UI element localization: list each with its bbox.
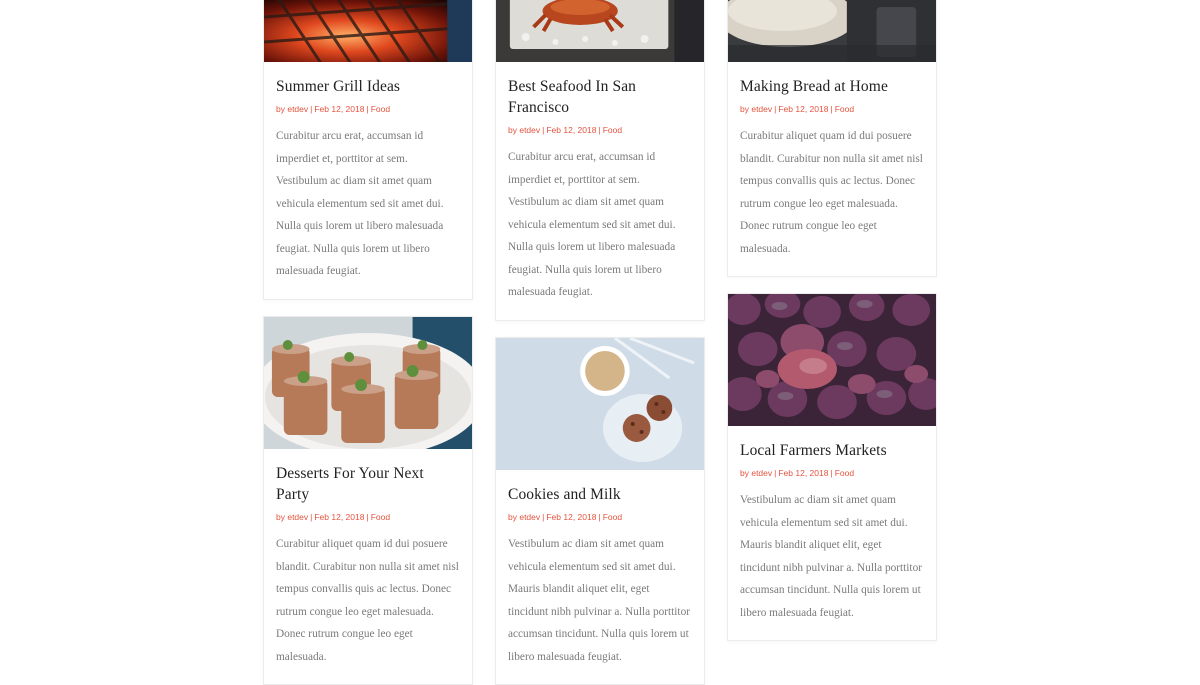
post-author[interactable]: by etdev (508, 512, 540, 522)
post-author[interactable]: by etdev (276, 104, 308, 114)
post-card: Making Bread at Home by etdev | Feb 12, 20… (727, 0, 937, 277)
post-meta: by etdev | Feb 12, 2018 | Food (740, 103, 924, 115)
post-image-figs[interactable] (728, 294, 936, 426)
post-excerpt: Curabitur aliquet quam id dui posuere bl… (276, 538, 459, 663)
post-title[interactable]: Cookies and Milk (508, 484, 692, 505)
post-date: Feb 12, 2018 (314, 512, 365, 522)
post-date: Feb 12, 2018 (546, 512, 597, 522)
post-meta: by etdev | Feb 12, 2018 | Food (508, 511, 692, 523)
post-card: Cookies and Milk by etdev | Feb 12, 2018 | F… (495, 337, 705, 685)
post-category[interactable]: Food (371, 104, 390, 114)
post-image-bread[interactable] (728, 0, 936, 62)
post-meta: by etdev | Feb 12, 2018 | Food (276, 103, 460, 115)
post-date: Feb 12, 2018 (314, 104, 365, 114)
post-image-grill[interactable] (264, 0, 472, 62)
post-card: Best Seafood In San Francisco by etdev | F… (495, 0, 705, 321)
post-meta: by etdev | Feb 12, 2018 | Food (740, 467, 924, 479)
post-category[interactable]: Food (603, 125, 622, 135)
post-title[interactable]: Local Farmers Markets (740, 440, 924, 461)
post-card: Summer Grill Ideas by etdev | Feb 12, 2018… (263, 0, 473, 300)
post-category[interactable]: Food (371, 512, 390, 522)
post-title[interactable]: Best Seafood In San Francisco (508, 76, 692, 118)
post-excerpt: Vestibulum ac diam sit amet quam vehicul… (508, 538, 690, 663)
post-meta: by etdev | Feb 12, 2018 | Food (508, 124, 692, 136)
post-title[interactable]: Summer Grill Ideas (276, 76, 460, 97)
post-category[interactable]: Food (603, 512, 622, 522)
post-date: Feb 12, 2018 (778, 468, 829, 478)
post-excerpt: Curabitur arcu erat, accumsan id imperdi… (276, 130, 444, 277)
post-author[interactable]: by etdev (276, 512, 308, 522)
post-author[interactable]: by etdev (508, 125, 540, 135)
post-excerpt: Vestibulum ac diam sit amet quam vehicul… (740, 494, 922, 619)
post-excerpt: Curabitur arcu erat, accumsan id imperdi… (508, 151, 676, 298)
post-image-cookies[interactable] (496, 338, 704, 470)
post-category[interactable]: Food (835, 104, 854, 114)
post-image-crab[interactable] (496, 0, 704, 62)
post-date: Feb 12, 2018 (778, 104, 829, 114)
post-title[interactable]: Making Bread at Home (740, 76, 924, 97)
post-card: Desserts For Your Next Party by etdev | Fe… (263, 316, 473, 685)
post-excerpt: Curabitur aliquet quam id dui posuere bl… (740, 130, 923, 255)
post-image-desserts[interactable] (264, 317, 472, 449)
post-title[interactable]: Desserts For Your Next Party (276, 463, 460, 505)
post-card: Local Farmers Markets by etdev | Feb 12, 2… (727, 293, 937, 641)
post-date: Feb 12, 2018 (546, 125, 597, 135)
post-author[interactable]: by etdev (740, 104, 772, 114)
post-meta: by etdev | Feb 12, 2018 | Food (276, 511, 460, 523)
post-category[interactable]: Food (835, 468, 854, 478)
post-author[interactable]: by etdev (740, 468, 772, 478)
